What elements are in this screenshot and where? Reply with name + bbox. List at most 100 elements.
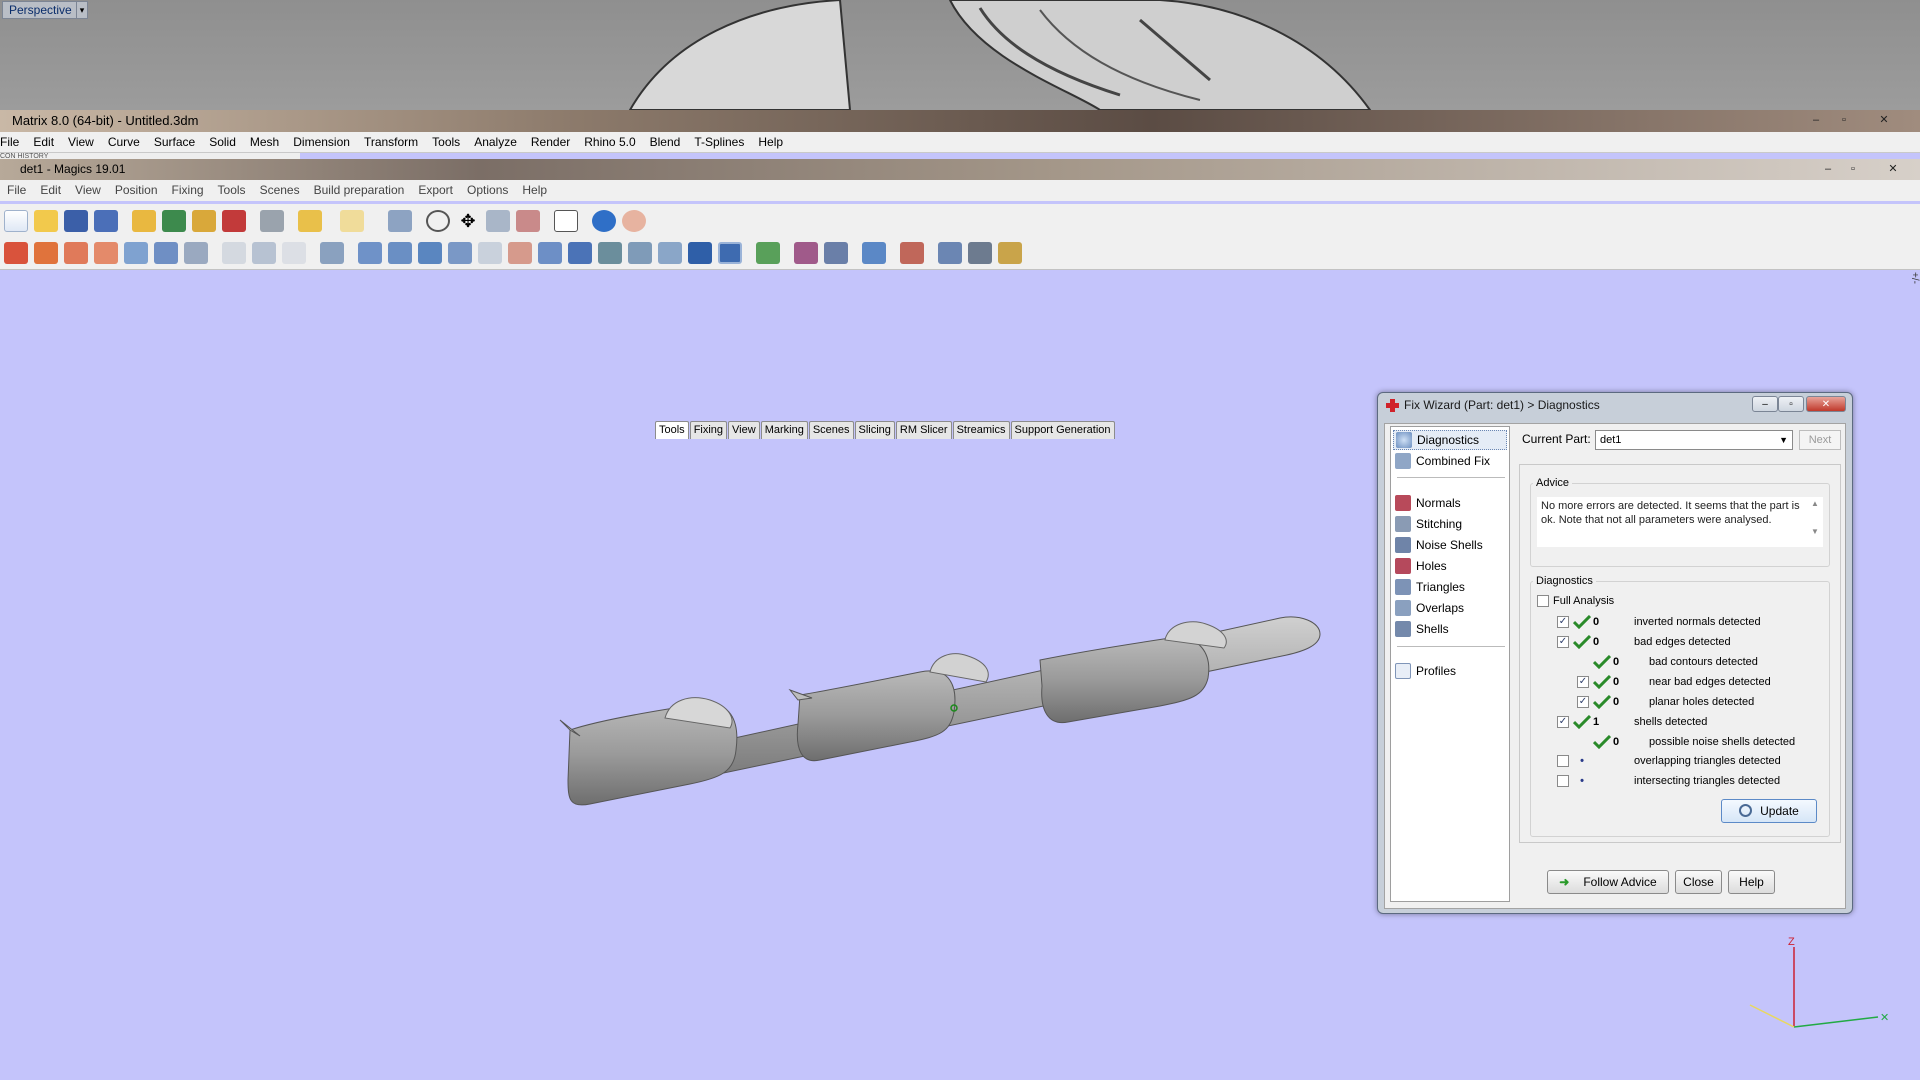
part-tool-j-icon[interactable] [628,242,652,264]
diagnostic-checkbox[interactable]: ✓ [1557,636,1569,648]
diagnostic-checkbox[interactable]: ✓ [1557,616,1569,628]
sidebar-item-shells[interactable]: Shells [1395,619,1449,639]
measure-icon[interactable] [756,242,780,264]
menu-options[interactable]: Options [460,180,515,201]
save-icon[interactable] [64,210,88,232]
menu-export[interactable]: Export [411,180,460,201]
rhino-menu-edit[interactable]: Edit [26,132,61,152]
dialog-maximize-button[interactable]: ▫ [1778,396,1804,412]
menu-build-preparation[interactable]: Build preparation [307,180,412,201]
part-tool-h-icon[interactable] [568,242,592,264]
offset-icon[interactable] [824,242,848,264]
sidebar-item-overlaps[interactable]: Overlaps [1395,598,1464,618]
side-panel-toggle[interactable]: +/- [1906,272,1920,304]
maximize-button[interactable]: ▫ [1832,112,1856,128]
part-tool-a-icon[interactable] [358,242,382,264]
part-tool-g-icon[interactable] [538,242,562,264]
copy-icon[interactable] [252,242,276,264]
tab-fixing[interactable]: Fixing [689,421,728,439]
diagnostic-checkbox[interactable] [1557,755,1569,767]
rhino-menu-solid[interactable]: Solid [202,132,243,152]
paste-icon[interactable] [282,242,306,264]
cut-icon[interactable] [222,242,246,264]
rhino-menu-view[interactable]: View [61,132,101,152]
close-button[interactable]: ✕ [1872,112,1896,128]
menu-fixing[interactable]: Fixing [165,180,211,201]
duplicate-icon[interactable] [154,242,178,264]
part-tool-d-icon[interactable] [448,242,472,264]
tab-slicing[interactable]: Slicing [854,421,895,439]
advice-scrollbar[interactable]: ▲ ▼ [1808,497,1822,547]
rhino-menu-mesh[interactable]: Mesh [243,132,286,152]
rhino-menu-render[interactable]: Render [524,132,577,152]
rhino-menu-dimension[interactable]: Dimension [286,132,357,152]
update-button[interactable]: Update [1721,799,1817,823]
align-icon[interactable] [184,242,208,264]
tab-rm-slicer[interactable]: RM Slicer [895,421,952,439]
tab-scenes[interactable]: Scenes [808,421,854,439]
rhino-menu-file[interactable]: File [0,132,26,152]
settings-icon[interactable] [938,242,962,264]
rhino-menu-blend[interactable]: Blend [643,132,688,152]
zoom-window-icon[interactable] [516,210,540,232]
open-folder-icon[interactable] [34,210,58,232]
menu-edit[interactable]: Edit [33,180,68,201]
sidebar-item-noise-shells[interactable]: Noise Shells [1395,535,1483,555]
checklist-icon[interactable] [554,210,578,232]
part-tool-k-icon[interactable] [658,242,682,264]
sidebar-item-profiles[interactable]: Profiles [1395,661,1456,681]
follow-advice-button[interactable]: ➜ Follow Advice [1547,870,1669,894]
diagnostic-checkbox[interactable]: ✓ [1577,676,1589,688]
part-tool-m-icon[interactable] [718,242,742,264]
tab-view[interactable]: View [728,421,760,439]
translate-icon[interactable] [4,242,28,264]
save-part-icon[interactable] [162,210,186,232]
boolean-icon[interactable] [900,242,924,264]
part-tool-b-icon[interactable] [388,242,412,264]
menu-help[interactable]: Help [515,180,554,201]
menu-position[interactable]: Position [108,180,165,201]
3d-part-det1[interactable] [540,600,1340,830]
redo-icon[interactable] [340,210,364,232]
rhino-menu-transform[interactable]: Transform [357,132,425,152]
menu-tools[interactable]: Tools [211,180,253,201]
rhino-menu-help[interactable]: Help [751,132,790,152]
load-project-icon[interactable] [192,210,216,232]
diagnostic-checkbox[interactable]: ✓ [1577,696,1589,708]
part-tool-i-icon[interactable] [598,242,622,264]
assistant-icon[interactable] [622,210,646,232]
current-part-select[interactable]: det1 ▼ [1595,430,1793,450]
part-tool-l-icon[interactable] [688,242,712,264]
magics-minimize-button[interactable]: – [1816,161,1840,177]
minimize-button[interactable]: – [1804,112,1828,128]
dialog-close-button[interactable]: ✕ [1806,396,1846,412]
tab-streamics[interactable]: Streamics [952,421,1010,439]
part-tool-e-icon[interactable] [478,242,502,264]
mirror-icon[interactable] [94,242,118,264]
menu-scenes[interactable]: Scenes [253,180,307,201]
part-tool-c-icon[interactable] [418,242,442,264]
rhino-viewport[interactable]: Perspective ▾ [0,0,1920,110]
sidebar-item-normals[interactable]: Normals [1395,493,1461,513]
tab-tools[interactable]: Tools [655,421,689,439]
rhino-menu-analyze[interactable]: Analyze [467,132,524,152]
magics-maximize-button[interactable]: ▫ [1841,161,1865,177]
move-icon[interactable] [34,242,58,264]
full-analysis-row[interactable]: Full Analysis [1537,595,1614,607]
rotate-view-icon[interactable] [426,210,450,232]
undo-icon[interactable] [298,210,322,232]
viewport-menu-arrow-icon[interactable]: ▾ [76,1,88,19]
tab-support-generation[interactable]: Support Generation [1010,421,1115,439]
sidebar-item-triangles[interactable]: Triangles [1395,577,1465,597]
save-as-icon[interactable] [94,210,118,232]
tab-marking[interactable]: Marking [760,421,808,439]
box-icon[interactable] [862,242,886,264]
new-file-icon[interactable] [4,210,28,232]
pan-view-icon[interactable]: ✥ [456,210,480,232]
help-icon[interactable] [592,210,616,232]
menu-view[interactable]: View [68,180,108,201]
sidebar-item-holes[interactable]: Holes [1395,556,1447,576]
import-part-icon[interactable] [132,210,156,232]
rhino-menu-surface[interactable]: Surface [147,132,202,152]
zoom-icon[interactable] [486,210,510,232]
